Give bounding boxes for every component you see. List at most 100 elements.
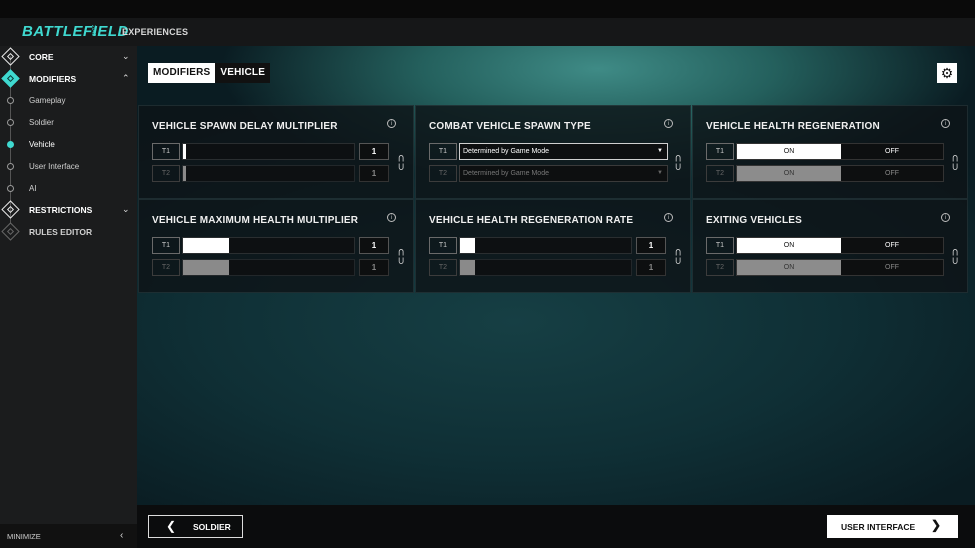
setting-card-vehicle-spawn-delay-multiplier: VEHICLE SPAWN DELAY MULTIPLIER i T1 1 T2… — [138, 105, 414, 199]
chevron-left-icon: ❮ — [166, 519, 177, 533]
caret-down-icon: ▼ — [657, 170, 663, 176]
chevron-down-icon[interactable]: ⌄ — [122, 204, 130, 215]
sidebar-item-label: CORE — [29, 52, 54, 62]
chevron-down-icon[interactable]: ⌄ — [122, 51, 130, 62]
breadcrumb-vehicle: VEHICLE — [215, 63, 271, 83]
link-teams-icon[interactable]: ⊂⊃ — [949, 248, 960, 265]
team2-dropdown: Determined by Game Mode ▼ — [459, 165, 668, 182]
nav-experiences-link[interactable]: EXPERIENCES — [122, 27, 188, 37]
toggle-on-option: ON — [737, 166, 841, 181]
toggle-off-option[interactable]: OFF — [841, 238, 943, 253]
team2-slider — [182, 165, 355, 182]
setting-title: VEHICLE SPAWN DELAY MULTIPLIER — [152, 121, 338, 132]
sidebar-item-rules-editor[interactable]: RULES EDITOR — [0, 222, 137, 242]
sidebar-item-label: User Interface — [29, 162, 80, 171]
sidebar-item-label: Vehicle — [29, 140, 55, 149]
toggle-off-option: OFF — [885, 170, 899, 177]
team1-value-input[interactable]: 1 — [636, 237, 666, 254]
team1-slider[interactable] — [182, 237, 355, 254]
caret-down-icon: ▼ — [657, 148, 663, 154]
setting-card-combat-vehicle-spawn-type: COMBAT VEHICLE SPAWN TYPE i T1 Determine… — [415, 105, 691, 199]
minimize-button[interactable]: MINIMIZE ‹ — [0, 524, 137, 548]
back-soldier-button[interactable]: ❮ SOLDIER — [148, 515, 243, 538]
modifiers-icon — [1, 69, 20, 88]
toggle-on-option[interactable]: ON — [737, 144, 841, 159]
sidebar-item-restrictions[interactable]: RESTRICTIONS ⌄ — [0, 200, 137, 220]
setting-title: EXITING VEHICLES — [706, 215, 802, 226]
setting-card-exiting-vehicles: EXITING VEHICLES i T1 ON OFF T2 ON OFF ⊂… — [692, 199, 968, 293]
team2-label: T2 — [706, 259, 734, 276]
link-teams-icon[interactable]: ⊂⊃ — [395, 248, 406, 265]
team1-slider[interactable] — [182, 143, 355, 160]
info-icon[interactable]: i — [941, 119, 950, 128]
link-teams-icon[interactable]: ⊂⊃ — [672, 154, 683, 171]
link-teams-icon[interactable]: ⊂⊃ — [395, 154, 406, 171]
sidebar: CORE ⌄ MODIFIERS ⌃ Gameplay Soldier Vehi… — [0, 46, 137, 548]
info-icon[interactable]: i — [941, 213, 950, 222]
tree-node-dot — [7, 119, 14, 126]
back-button-label: SOLDIER — [193, 522, 231, 532]
link-teams-icon[interactable]: ⊂⊃ — [949, 154, 960, 171]
sidebar-item-soldier[interactable]: Soldier — [0, 112, 137, 132]
team1-toggle[interactable]: ON OFF — [736, 143, 944, 160]
info-icon[interactable]: i — [664, 119, 673, 128]
setting-card-vehicle-health-regeneration: VEHICLE HEALTH REGENERATION i T1 ON OFF … — [692, 105, 968, 199]
team2-label: T2 — [152, 165, 180, 182]
team2-value-input: 1 — [359, 259, 389, 276]
sidebar-item-label: RESTRICTIONS — [29, 205, 93, 215]
team2-slider — [459, 259, 632, 276]
link-teams-icon[interactable]: ⊂⊃ — [672, 248, 683, 265]
breadcrumb: MODIFIERS VEHICLE — [148, 63, 271, 83]
breadcrumb-modifiers[interactable]: MODIFIERS — [148, 63, 216, 83]
team1-label: T1 — [152, 143, 180, 160]
info-icon[interactable]: i — [387, 119, 396, 128]
team2-slider — [182, 259, 355, 276]
setting-title: VEHICLE HEALTH REGENERATION RATE — [429, 215, 634, 226]
sidebar-item-core[interactable]: CORE ⌄ — [0, 47, 137, 67]
chevron-up-icon[interactable]: ⌃ — [122, 73, 130, 84]
tree-node-dot — [7, 163, 14, 170]
info-icon[interactable]: i — [387, 213, 396, 222]
tree-node-dot — [7, 185, 14, 192]
sidebar-item-user-interface[interactable]: User Interface — [0, 156, 137, 176]
sidebar-item-ai[interactable]: AI — [0, 178, 137, 198]
setting-title: VEHICLE HEALTH REGENERATION — [706, 121, 880, 132]
settings-button[interactable]: ⚙ — [937, 63, 957, 83]
team1-label: T1 — [429, 143, 457, 160]
team2-toggle: ON OFF — [736, 259, 944, 276]
team2-value-input: 1 — [359, 165, 389, 182]
toggle-on-option[interactable]: ON — [737, 238, 841, 253]
restrictions-icon — [1, 200, 20, 219]
team1-dropdown[interactable]: Determined by Game Mode ▼ — [459, 143, 668, 160]
minimize-label: MINIMIZE — [7, 532, 41, 541]
team2-label: T2 — [706, 165, 734, 182]
dropdown-value: Determined by Game Mode — [463, 148, 549, 155]
dropdown-value: Determined by Game Mode — [463, 170, 549, 177]
sidebar-item-gameplay[interactable]: Gameplay — [0, 90, 137, 110]
team2-label: T2 — [429, 259, 457, 276]
sidebar-item-label: Soldier — [29, 118, 54, 127]
battlefield-logo-sub: 2042 — [90, 25, 96, 37]
window-top-strip — [0, 0, 975, 18]
next-user-interface-button[interactable]: USER INTERFACE ❯ — [827, 515, 958, 538]
sidebar-item-label: RULES EDITOR — [29, 227, 93, 237]
sidebar-item-modifiers[interactable]: MODIFIERS ⌃ — [0, 69, 137, 89]
setting-title: COMBAT VEHICLE SPAWN TYPE — [429, 121, 591, 132]
tree-node-dot-active — [7, 141, 14, 148]
sidebar-item-label: MODIFIERS — [29, 74, 77, 84]
setting-card-vehicle-health-regeneration-rate: VEHICLE HEALTH REGENERATION RATE i T1 1 … — [415, 199, 691, 293]
team1-slider[interactable] — [459, 237, 632, 254]
team1-toggle[interactable]: ON OFF — [736, 237, 944, 254]
sidebar-item-label: AI — [29, 184, 37, 193]
toggle-off-option[interactable]: OFF — [841, 144, 943, 159]
team1-value-input[interactable]: 1 — [359, 237, 389, 254]
sidebar-item-vehicle[interactable]: Vehicle — [0, 134, 137, 154]
team2-toggle: ON OFF — [736, 165, 944, 182]
team1-value-input[interactable]: 1 — [359, 143, 389, 160]
team2-label: T2 — [429, 165, 457, 182]
team2-value-input: 1 — [636, 259, 666, 276]
battlefield-logo: BATTLEFIELD — [22, 23, 129, 40]
main-content: MODIFIERS VEHICLE ⚙ VEHICLE SPAWN DELAY … — [137, 46, 975, 505]
top-navigation-bar: BATTLEFIELD 2042 EXPERIENCES — [0, 18, 975, 46]
info-icon[interactable]: i — [664, 213, 673, 222]
